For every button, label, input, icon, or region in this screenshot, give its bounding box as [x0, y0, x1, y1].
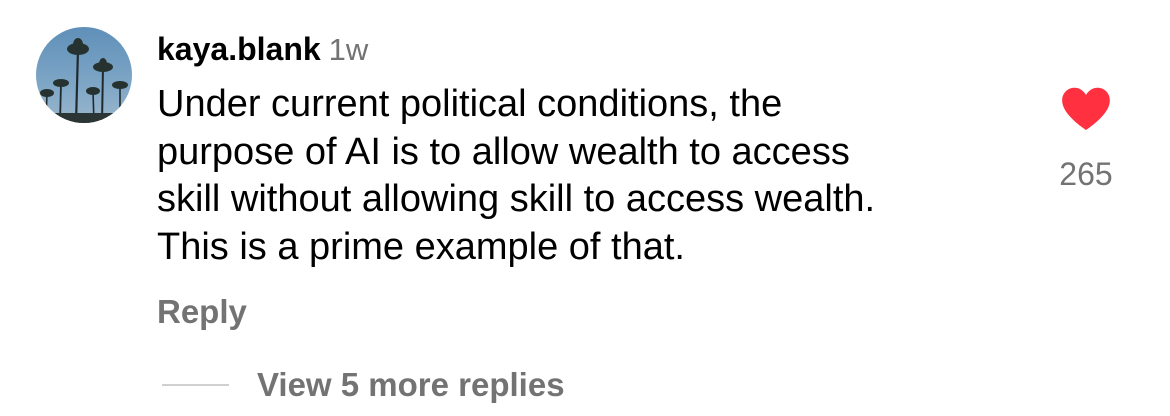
view-more-replies-button[interactable]: View 5 more replies	[257, 365, 565, 405]
comment-text-line: purpose of AI is to allow wealth to acce…	[157, 130, 850, 173]
palm-trees-avatar-image	[36, 27, 132, 123]
heart-filled-icon	[1062, 87, 1110, 130]
comment-text-line: skill without allowing skill to access w…	[157, 178, 876, 220]
like-button[interactable]	[1060, 86, 1112, 132]
username-link[interactable]: kaya.blank	[157, 31, 321, 67]
comment-header: kaya.blank 1w	[157, 27, 368, 71]
like-count: 265	[1059, 156, 1113, 192]
comment-timestamp: 1w	[328, 32, 369, 67]
thread-divider	[162, 384, 229, 386]
comment-text-line: Under current political conditions, the	[157, 83, 783, 125]
reply-button[interactable]: Reply	[157, 292, 247, 332]
avatar[interactable]	[36, 27, 132, 123]
comment-text-line: This is a prime example of that.	[157, 225, 685, 268]
comment-text: Under current political conditions, the …	[157, 81, 1037, 271]
